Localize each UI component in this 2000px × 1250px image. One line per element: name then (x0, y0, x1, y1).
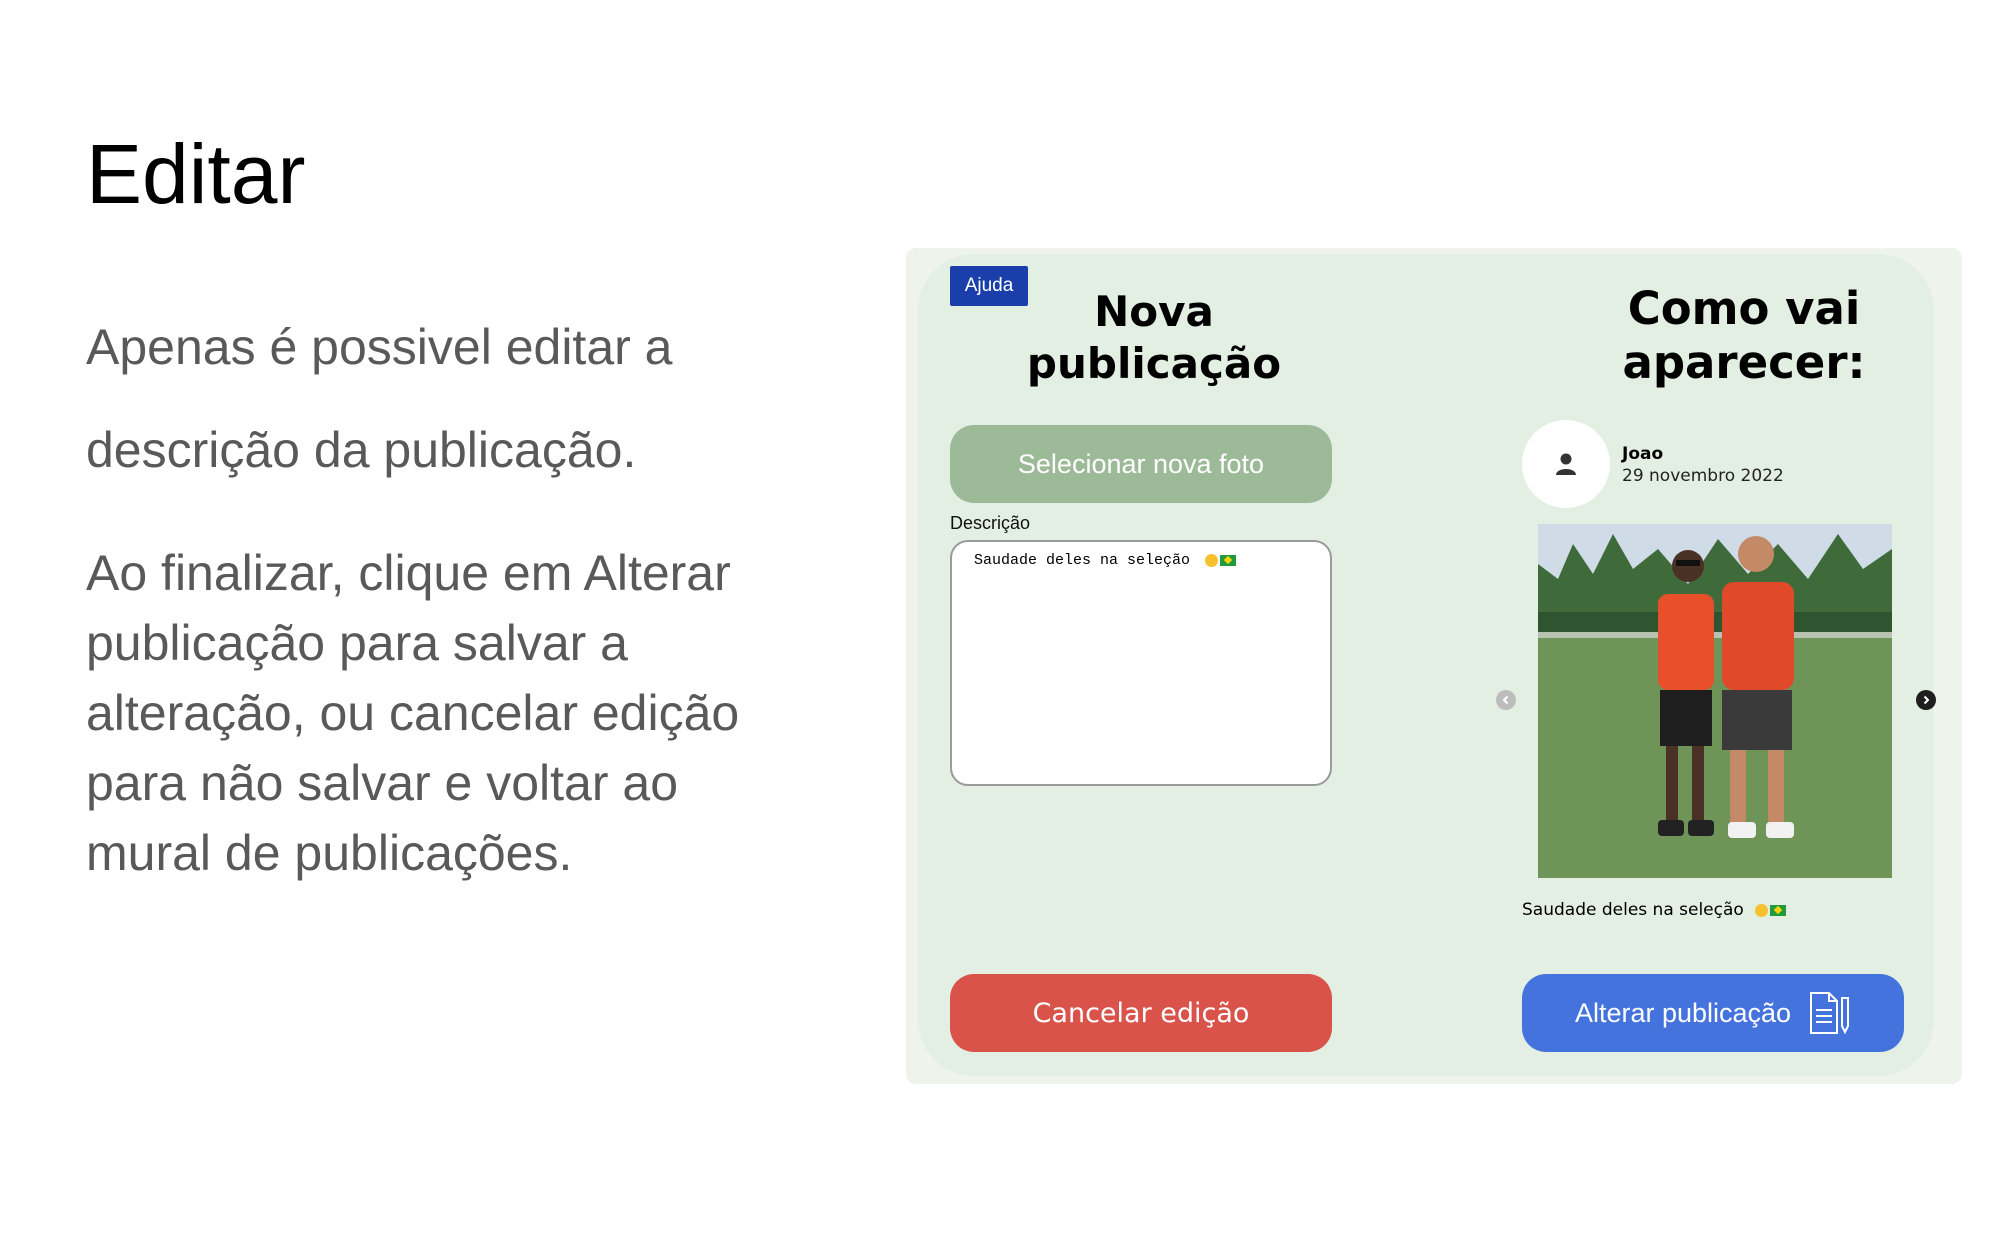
preview-title: Como vai aparecer: (1622, 282, 1866, 389)
post-date: 29 novembro 2022 (1622, 466, 1784, 486)
description-textarea[interactable]: Saudade deles na seleção (950, 540, 1332, 786)
smiling-face-icon (1755, 903, 1769, 917)
chevron-left-icon (1502, 695, 1509, 705)
chevron-right-icon (1923, 695, 1930, 705)
save-post-button[interactable]: Alterar publicação (1522, 974, 1904, 1052)
brazil-flag-icon (1220, 554, 1237, 566)
slide-title: Editar (86, 127, 306, 221)
carousel-next-button[interactable] (1916, 690, 1936, 710)
edit-post-panel: Ajuda Nova publicação Como vai aparecer:… (918, 254, 1936, 1076)
document-edit-icon (1810, 992, 1850, 1035)
post-author: Joao (1622, 444, 1664, 464)
avatar (1522, 420, 1610, 508)
post-photo (1538, 524, 1892, 878)
user-icon (1556, 453, 1576, 475)
carousel-prev-button[interactable] (1496, 690, 1516, 710)
intro-paragraph: Apenas é possivel editar a descrição da … (86, 319, 673, 478)
description-text: Saudade deles na seleção (974, 552, 1191, 569)
instructions-paragraph: Ao finalizar, clique em Alterar publicaç… (86, 545, 740, 881)
form-title: Nova publicação (1026, 287, 1282, 388)
cancel-edit-button[interactable]: Cancelar edição (950, 974, 1332, 1052)
save-post-label: Alterar publicação (1574, 997, 1792, 1028)
select-photo-button[interactable]: Selecionar nova foto (950, 425, 1332, 503)
description-label: Descrição (950, 513, 1031, 533)
post-caption-text: Saudade deles na seleção (1522, 900, 1744, 920)
smiling-face-icon (1205, 553, 1219, 567)
post-caption: Saudade deles na seleção (1522, 900, 1787, 920)
brazil-flag-icon (1770, 904, 1787, 916)
